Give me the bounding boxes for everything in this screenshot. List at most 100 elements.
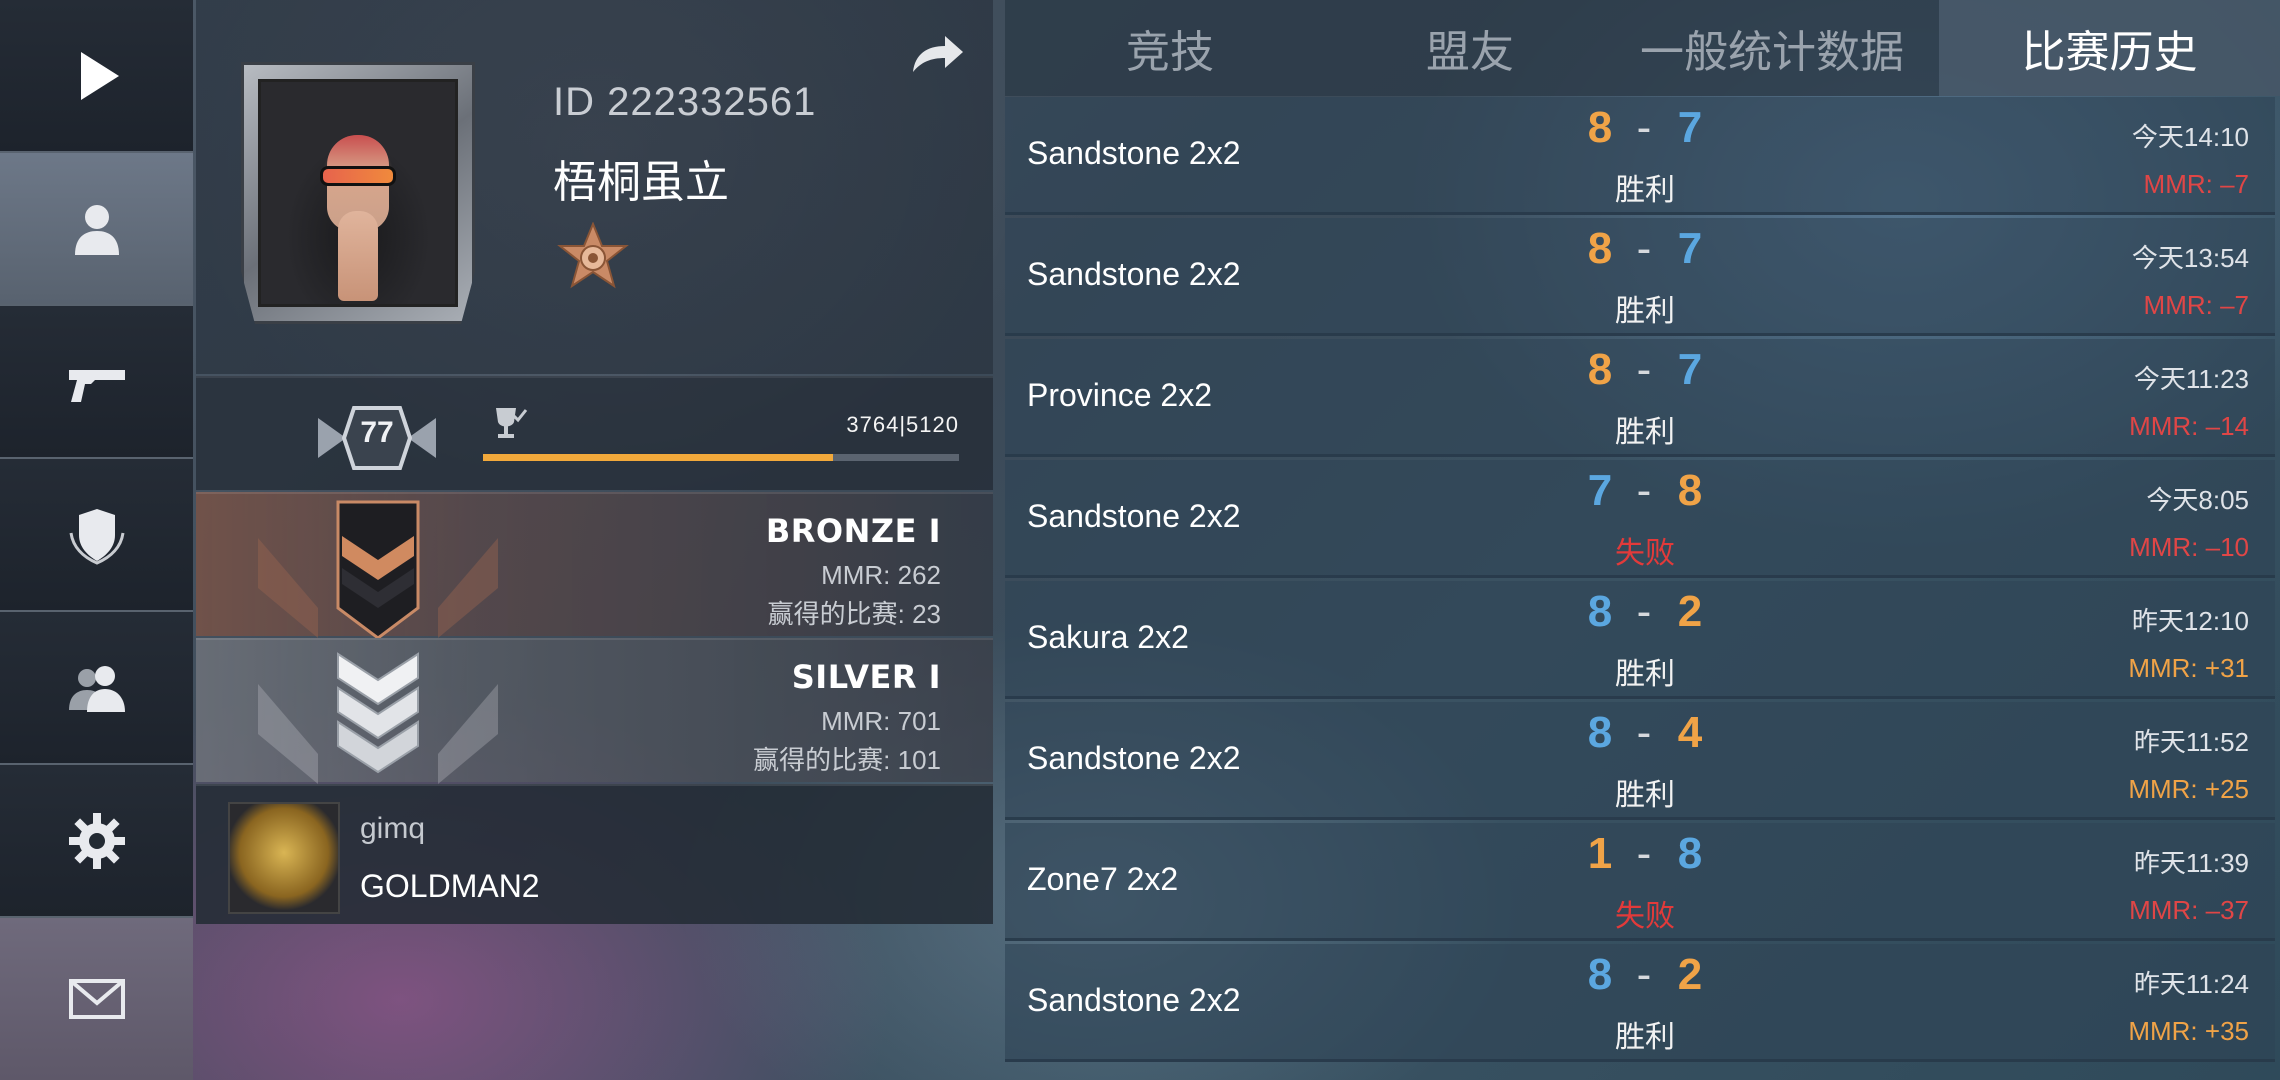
mmr-change: MMR: +25: [2128, 774, 2249, 804]
match-result: 失败: [1615, 537, 1675, 570]
match-row[interactable]: Sandstone 2x2 7-8 失败 今天8:05 MMR: –10: [1005, 460, 2275, 578]
score-right: 7: [1677, 224, 1703, 273]
match-row[interactable]: Sandstone 2x2 8-7 胜利 今天13:54 MMR: –7: [1005, 218, 2275, 336]
xp-progress-bar: [483, 454, 959, 461]
rank-silver[interactable]: SILVER I MMR: 701 赢得的比赛: 101: [196, 638, 993, 784]
score-separator: -: [1636, 224, 1652, 273]
mail-icon: [62, 964, 132, 1034]
score-left: 8: [1587, 224, 1613, 273]
score-separator: -: [1636, 466, 1652, 515]
mmr-change: MMR: –37: [2129, 895, 2249, 925]
score-right: 7: [1677, 103, 1703, 152]
match-score: 1-8: [1580, 829, 1710, 885]
nav-play[interactable]: [0, 0, 193, 153]
match-time: 昨天12:10: [2131, 606, 2249, 636]
match-time: 昨天11:39: [2133, 848, 2249, 878]
match-row[interactable]: Sakura 2x2 8-2 胜利 昨天12:10 MMR: +31: [1005, 581, 2275, 699]
clan-name: GOLDMAN2: [360, 868, 540, 904]
match-time: 今天11:23: [2133, 364, 2249, 394]
map-name: Sandstone 2x2: [1027, 498, 1241, 534]
match-result: 胜利: [1615, 658, 1675, 691]
score-left: 8: [1587, 103, 1613, 152]
score-separator: -: [1636, 103, 1652, 152]
score-right: 4: [1677, 708, 1703, 757]
score-separator: -: [1636, 829, 1652, 878]
match-row[interactable]: Sandstone 2x2 8-4 胜利 昨天11:52 MMR: +25: [1005, 702, 2275, 820]
nav-settings[interactable]: [0, 765, 193, 918]
match-history-screen: ID 222332561 梧桐虽立 77 3764|5120 BRONZE I …: [0, 0, 2280, 1080]
score-separator: -: [1636, 708, 1652, 757]
mmr-change: MMR: –7: [2143, 290, 2249, 320]
match-result: 胜利: [1615, 174, 1675, 207]
side-nav: [0, 0, 193, 1080]
nav-profile[interactable]: [0, 153, 193, 306]
rank-wins: 赢得的比赛: 23: [767, 599, 941, 629]
score-left: 8: [1587, 708, 1613, 757]
rank-bronze[interactable]: BRONZE I MMR: 262 赢得的比赛: 23: [196, 492, 993, 638]
mmr-change: MMR: +31: [2128, 653, 2249, 683]
score-left: 7: [1587, 466, 1613, 515]
nav-friends[interactable]: [0, 612, 193, 765]
nav-mail[interactable]: [0, 918, 193, 1080]
map-name: Sandstone 2x2: [1027, 256, 1241, 292]
clan-logo-icon: [228, 802, 340, 914]
match-history-list: Sandstone 2x2 8-7 胜利 今天14:10 MMR: –7 Sandston…: [1005, 97, 2275, 1067]
match-score: 8-7: [1580, 345, 1710, 401]
tab-match-history[interactable]: 比赛历史: [1939, 0, 2280, 96]
pistol-icon: [62, 347, 132, 417]
score-left: 1: [1587, 829, 1613, 878]
gear-icon: [62, 806, 132, 876]
score-right: 8: [1677, 829, 1703, 878]
map-name: Sandstone 2x2: [1027, 135, 1241, 171]
match-row[interactable]: Province 2x2 8-7 胜利 今天11:23 MMR: –14: [1005, 339, 2275, 457]
mmr-change: MMR: +35: [2128, 1016, 2249, 1046]
map-name: Zone7 2x2: [1027, 861, 1179, 897]
match-time: 今天14:10: [2131, 122, 2249, 152]
player-level: 77: [360, 416, 394, 449]
rank-title: SILVER I: [791, 658, 941, 696]
xp-progress-fill: [483, 454, 833, 461]
map-name: Sandstone 2x2: [1027, 740, 1241, 776]
level-progress: 77 3764|5120: [196, 376, 993, 490]
map-name: Province 2x2: [1027, 377, 1212, 413]
avatar[interactable]: [241, 62, 475, 324]
map-name: Sandstone 2x2: [1027, 982, 1241, 1018]
mmr-change: MMR: –14: [2129, 411, 2249, 441]
match-result: 胜利: [1615, 779, 1675, 812]
match-time: 今天8:05: [2146, 485, 2249, 515]
xp-readout: 3764|5120: [846, 412, 959, 437]
mmr-change: MMR: –7: [2143, 169, 2249, 199]
tab-allies[interactable]: 盟友: [1335, 0, 1605, 96]
clan-card[interactable]: gimq GOLDMAN2: [196, 784, 993, 924]
rank-mmr: MMR: 262: [821, 560, 941, 590]
match-time: 今天13:54: [2131, 243, 2249, 273]
score-left: 8: [1587, 950, 1613, 999]
tab-competitive[interactable]: 竞技: [1005, 0, 1335, 96]
score-right: 2: [1677, 587, 1703, 636]
score-right: 2: [1677, 950, 1703, 999]
tab-general-stats[interactable]: 一般统计数据: [1605, 0, 1939, 96]
match-row[interactable]: Zone7 2x2 1-8 失败 昨天11:39 MMR: –37: [1005, 823, 2275, 941]
player-name: 梧桐虽立: [553, 158, 729, 207]
share-icon[interactable]: [909, 32, 965, 76]
nav-weapons[interactable]: [0, 306, 193, 459]
map-name: Sakura 2x2: [1027, 619, 1189, 655]
score-left: 8: [1587, 587, 1613, 636]
nav-clan[interactable]: [0, 459, 193, 612]
rank-mmr: MMR: 701: [821, 706, 941, 736]
match-time: 昨天11:52: [2133, 727, 2249, 757]
shield-icon: [62, 500, 132, 570]
silver-rank-emblem-icon: [258, 652, 498, 784]
bronze-rank-emblem-icon: [258, 500, 498, 638]
rank-wins: 赢得的比赛: 101: [753, 745, 941, 775]
score-separator: -: [1636, 587, 1652, 636]
rank-star-badge-icon[interactable]: [556, 221, 630, 296]
match-score: 8-7: [1580, 103, 1710, 159]
match-score: 7-8: [1580, 466, 1710, 522]
match-row[interactable]: Sandstone 2x2 8-7 胜利 今天14:10 MMR: –7: [1005, 97, 2275, 215]
friends-icon: [62, 653, 132, 723]
match-score: 8-2: [1580, 587, 1710, 643]
match-time: 昨天11:24: [2133, 969, 2249, 999]
match-row[interactable]: Sandstone 2x2 8-2 胜利 昨天11:24 MMR: +35: [1005, 944, 2275, 1062]
match-score: 8-2: [1580, 950, 1710, 1006]
